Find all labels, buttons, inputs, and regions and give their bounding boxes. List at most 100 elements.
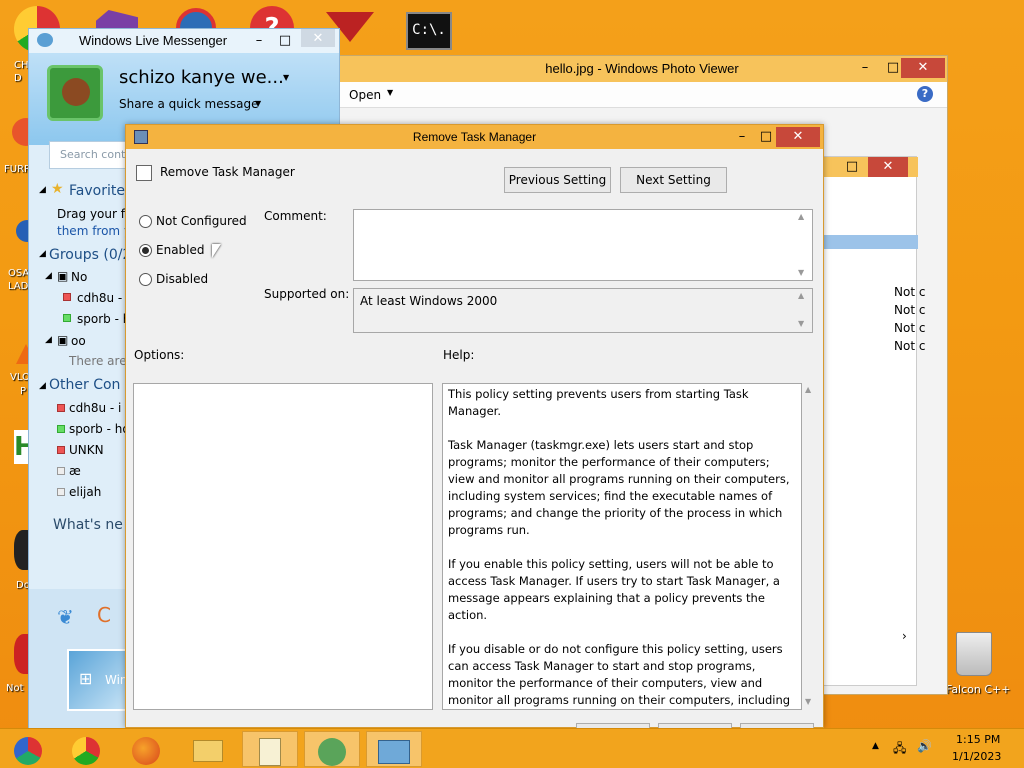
close-icon[interactable]: ✕ bbox=[301, 29, 335, 47]
username[interactable]: schizo kanye we... bbox=[119, 67, 284, 88]
radio-not-configured[interactable] bbox=[139, 215, 152, 228]
contact-item[interactable]: UNKN bbox=[69, 443, 104, 457]
other-contacts-header[interactable]: Other Con bbox=[49, 377, 120, 393]
butterfly-icon[interactable]: ❦ bbox=[57, 605, 74, 629]
desktop-label: D bbox=[14, 73, 22, 84]
status-online-icon bbox=[57, 425, 65, 433]
photo-viewer-taskbar-icon[interactable] bbox=[366, 731, 422, 767]
mouse-cursor bbox=[212, 244, 221, 258]
groups-header[interactable]: Groups (0/2 bbox=[49, 247, 131, 263]
radio-enabled-label[interactable]: Enabled bbox=[156, 243, 205, 257]
desktop-label: P bbox=[20, 386, 27, 397]
chrome-icon[interactable] bbox=[58, 731, 114, 767]
maximize-icon[interactable]: □ bbox=[271, 31, 299, 51]
policy-dialog[interactable]: Remove Task Manager – □ ✕ Remove Task Ma… bbox=[125, 124, 824, 745]
radio-disabled[interactable] bbox=[139, 273, 152, 286]
chevron-right-icon[interactable]: › bbox=[902, 629, 907, 643]
maximize-icon[interactable]: □ bbox=[838, 157, 866, 177]
scroll-down-icon[interactable]: ▼ bbox=[798, 319, 804, 328]
scroll-down-icon[interactable]: ▼ bbox=[805, 697, 811, 706]
setting-name: Remove Task Manager bbox=[160, 165, 295, 179]
tray-arrow-icon[interactable]: ▲ bbox=[872, 741, 879, 751]
contact-item[interactable]: elijah bbox=[69, 485, 101, 499]
chevron-down-icon[interactable]: ▼ bbox=[255, 99, 261, 108]
messenger-taskbar-icon[interactable] bbox=[304, 731, 360, 767]
contact-item[interactable]: cdh8u - i a bbox=[69, 401, 133, 415]
status-busy-icon bbox=[57, 446, 65, 454]
scroll-up-icon[interactable]: ▲ bbox=[805, 385, 811, 394]
radio-not-configured-label[interactable]: Not Configured bbox=[156, 214, 247, 228]
contact-item[interactable]: sporb - hol bbox=[69, 422, 133, 436]
supported-field: At least Windows 2000 ▲ ▼ bbox=[353, 288, 813, 333]
expand-arrow-icon[interactable]: ◢ bbox=[39, 249, 46, 259]
expand-arrow-icon[interactable]: ◢ bbox=[45, 335, 52, 345]
media-player-icon[interactable] bbox=[0, 731, 56, 767]
status-busy-icon bbox=[57, 404, 65, 412]
file-explorer-icon[interactable] bbox=[180, 731, 236, 767]
chevron-down-icon[interactable]: ▼ bbox=[283, 73, 289, 82]
desktop-label: VLO bbox=[10, 372, 30, 383]
desktop-label: Not bbox=[6, 683, 24, 694]
policy-icon bbox=[134, 130, 148, 144]
next-setting-button[interactable]: Next Setting bbox=[620, 167, 727, 193]
radio-enabled[interactable] bbox=[139, 244, 152, 257]
contact-item[interactable]: æ bbox=[69, 464, 81, 478]
dialog-title: Remove Task Manager bbox=[126, 125, 823, 149]
comment-field[interactable]: ▲ ▼ bbox=[353, 209, 813, 281]
close-icon[interactable]: ✕ bbox=[776, 127, 820, 147]
help-panel[interactable]: This policy setting prevents users from … bbox=[442, 383, 802, 710]
clock-date[interactable]: 1/1/2023 bbox=[952, 750, 1001, 763]
windows-logo-icon: ⊞ bbox=[79, 669, 93, 688]
status-online-icon bbox=[63, 314, 71, 322]
minimize-icon[interactable]: – bbox=[851, 58, 879, 78]
volume-icon[interactable]: 🔊 bbox=[917, 739, 932, 753]
close-icon[interactable]: ✕ bbox=[901, 58, 945, 78]
photo-viewer-toolbar: Open ▼ ? bbox=[337, 82, 947, 108]
help-icon[interactable]: ? bbox=[917, 86, 933, 102]
status-offline-icon bbox=[57, 467, 65, 475]
help-paragraph: This policy setting prevents users from … bbox=[448, 387, 749, 418]
recycle-bin-label: Falcon C++ bbox=[946, 683, 1011, 696]
scroll-up-icon[interactable]: ▲ bbox=[798, 212, 804, 221]
supported-value: At least Windows 2000 bbox=[360, 294, 498, 308]
radio-disabled-label[interactable]: Disabled bbox=[156, 272, 208, 286]
notepad-icon[interactable] bbox=[242, 731, 298, 767]
empty-group-text: There are bbox=[69, 354, 127, 368]
network-icon[interactable]: 🖧 bbox=[893, 739, 906, 760]
avatar[interactable] bbox=[47, 65, 103, 121]
contact-item[interactable]: cdh8u - i bbox=[77, 291, 129, 305]
minimize-icon[interactable]: – bbox=[245, 31, 273, 51]
cmd-icon[interactable]: C:\. bbox=[406, 12, 452, 50]
messenger-icon bbox=[37, 33, 53, 47]
chevron-down-icon[interactable]: ▼ bbox=[387, 88, 393, 97]
scroll-up-icon[interactable]: ▲ bbox=[798, 291, 804, 300]
drag-hint: Drag your fo bbox=[57, 207, 133, 221]
expand-arrow-icon[interactable]: ◢ bbox=[39, 381, 46, 391]
clock-time[interactable]: 1:15 PM bbox=[956, 733, 1000, 746]
favorites-header[interactable]: Favorite bbox=[69, 183, 125, 199]
help-paragraph: If you disable or do not configure this … bbox=[448, 642, 791, 707]
star-icon: ★ bbox=[51, 181, 64, 197]
comment-label: Comment: bbox=[264, 209, 327, 223]
previous-setting-button[interactable]: Previous Setting bbox=[504, 167, 611, 193]
open-menu[interactable]: Open bbox=[349, 88, 381, 102]
group-oo[interactable]: oo bbox=[71, 334, 86, 348]
taskbar: ▲ 🖧 🔊 1:15 PM 1/1/2023 bbox=[0, 728, 1024, 768]
whats-new-header: What's ne bbox=[53, 517, 123, 533]
firefox-icon[interactable] bbox=[118, 731, 174, 767]
quick-message[interactable]: Share a quick message bbox=[119, 97, 258, 111]
scroll-down-icon[interactable]: ▼ bbox=[798, 268, 804, 277]
group-no[interactable]: No bbox=[71, 270, 87, 284]
app-icon[interactable]: C bbox=[97, 603, 111, 627]
desktop-label: OSA bbox=[8, 268, 30, 279]
status-offline-icon bbox=[57, 488, 65, 496]
desktop-label: CH bbox=[14, 60, 29, 71]
search-placeholder: Search conta bbox=[60, 148, 133, 161]
help-label: Help: bbox=[443, 348, 475, 362]
group-icon: ▣ bbox=[57, 333, 69, 347]
recycle-bin-icon[interactable] bbox=[956, 632, 992, 676]
close-icon[interactable]: ✕ bbox=[868, 157, 908, 177]
expand-arrow-icon[interactable]: ◢ bbox=[45, 271, 52, 281]
drag-hint-link[interactable]: them from y bbox=[57, 224, 131, 238]
expand-arrow-icon[interactable]: ◢ bbox=[39, 185, 46, 195]
